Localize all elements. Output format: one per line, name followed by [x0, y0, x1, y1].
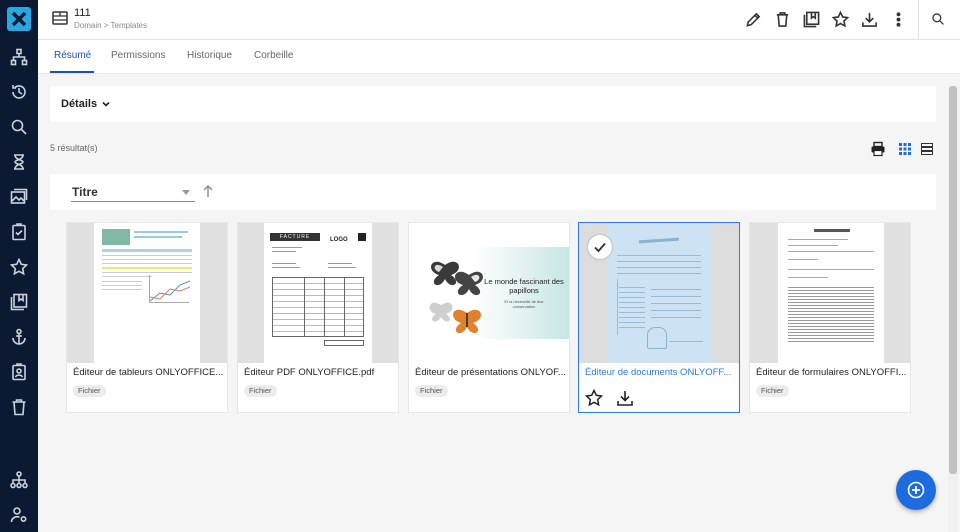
- images-icon[interactable]: [9, 187, 29, 207]
- star-icon: [831, 10, 849, 27]
- add-icon: [907, 481, 925, 499]
- tasks-icon[interactable]: [9, 222, 29, 242]
- tab-resume[interactable]: Résumé: [54, 50, 91, 61]
- invoice-logo-text: LOGO: [330, 237, 348, 243]
- printer-icon: [871, 141, 885, 157]
- file-title[interactable]: Éditeur de présentations ONLYOF...: [415, 367, 567, 378]
- collections-icon: [803, 11, 819, 27]
- sort-ascending-icon[interactable]: [202, 184, 214, 198]
- page-title: 111: [74, 7, 91, 19]
- active-tab-indicator: [50, 71, 94, 73]
- sitemap-icon[interactable]: [9, 47, 29, 67]
- file-title[interactable]: Éditeur de documents ONLYOFF...: [585, 367, 737, 378]
- search-icon: [932, 13, 944, 25]
- tab-historique[interactable]: Historique: [187, 50, 232, 61]
- more-menu-button[interactable]: [888, 9, 908, 29]
- history-icon[interactable]: [9, 82, 29, 102]
- favorite-button[interactable]: [830, 9, 850, 29]
- invoice-preview: FACTURE LOGO: [264, 223, 372, 363]
- caret-down-icon[interactable]: [182, 190, 190, 195]
- sort-select-underline: [71, 201, 195, 202]
- tab-permissions[interactable]: Permissions: [111, 50, 165, 61]
- file-type-badge: Fichier: [415, 385, 448, 397]
- details-toggle[interactable]: Détails: [61, 98, 97, 110]
- tab-corbeille[interactable]: Corbeille: [254, 50, 293, 61]
- file-title[interactable]: Éditeur PDF ONLYOFFICE.pdf: [244, 367, 396, 378]
- add-button[interactable]: [896, 470, 936, 510]
- sidebar: [0, 0, 38, 532]
- grid-icon: [899, 143, 911, 155]
- butterfly-image: [429, 261, 483, 334]
- sort-bar: Titre: [50, 174, 936, 210]
- edit-button[interactable]: [743, 9, 763, 29]
- download-icon: [861, 12, 877, 27]
- trash-icon[interactable]: [9, 397, 29, 417]
- presentation-preview: Le monde fascinant des papillons Et la n…: [409, 247, 569, 339]
- space-icon: [52, 11, 68, 25]
- app-logo-icon[interactable]: [7, 7, 31, 31]
- file-thumbnail: [67, 223, 227, 363]
- file-thumbnail: FACTURE LOGO: [238, 223, 398, 363]
- scrollbar-thumb[interactable]: [949, 86, 957, 474]
- file-card[interactable]: Le monde fascinant des papillons Et la n…: [408, 222, 570, 413]
- list-icon: [921, 143, 933, 155]
- vertical-scrollbar[interactable]: [948, 86, 958, 532]
- file-card[interactable]: Éditeur de formulaires ONLYOFFI... Fichi…: [749, 222, 911, 413]
- spreadsheet-preview: [94, 223, 200, 363]
- anchor-icon[interactable]: [9, 327, 29, 347]
- file-card[interactable]: FACTURE LOGO Éditeur PDF ONLYOFFICE.pdf …: [237, 222, 399, 413]
- clipboard-user-icon[interactable]: [9, 362, 29, 382]
- file-card[interactable]: Éditeur de tableurs ONLYOFFICE... Fichie…: [66, 222, 228, 413]
- trash-icon: [776, 11, 788, 27]
- header-divider: [918, 0, 919, 40]
- delete-button[interactable]: [772, 9, 792, 29]
- file-type-badge: Fichier: [244, 385, 277, 397]
- print-button[interactable]: [870, 141, 886, 157]
- add-to-collection-button[interactable]: [801, 9, 821, 29]
- collections-icon[interactable]: [9, 292, 29, 312]
- kebab-menu-icon: [896, 11, 900, 27]
- file-thumbnail: Le monde fascinant des papillons Et la n…: [409, 223, 569, 363]
- selection-checkbox[interactable]: [588, 235, 612, 259]
- list-view-button[interactable]: [919, 141, 935, 157]
- file-type-badge: Fichier: [73, 385, 106, 397]
- file-card-selected[interactable]: Éditeur de documents ONLYOFF...: [578, 222, 740, 413]
- checkmark-icon: [594, 242, 606, 253]
- download-button[interactable]: [859, 9, 879, 29]
- tab-bar: Résumé Permissions Historique Corbeille: [38, 40, 960, 74]
- pencil-icon: [745, 12, 760, 27]
- slide-title: Le monde fascinant des papillons: [484, 277, 564, 295]
- file-thumbnail: [750, 223, 910, 363]
- favorite-star-icon[interactable]: [585, 389, 603, 407]
- org-tree-icon[interactable]: [9, 470, 29, 490]
- file-type-badge: Fichier: [756, 385, 789, 397]
- user-settings-icon[interactable]: [9, 505, 29, 525]
- sort-select[interactable]: Titre: [72, 185, 98, 199]
- search-icon[interactable]: [9, 117, 29, 137]
- document-preview: [607, 223, 711, 363]
- chevron-down-icon: [102, 101, 110, 107]
- form-preview: [778, 223, 884, 363]
- file-title[interactable]: Éditeur de tableurs ONLYOFFICE...: [73, 367, 225, 378]
- breadcrumb[interactable]: Domain > Templates: [74, 21, 147, 30]
- star-icon[interactable]: [9, 257, 29, 277]
- download-icon[interactable]: [616, 389, 634, 407]
- result-count: 5 résultat(s): [50, 143, 98, 153]
- header-search-button[interactable]: [928, 9, 948, 29]
- details-panel[interactable]: Détails: [50, 86, 936, 122]
- file-title[interactable]: Éditeur de formulaires ONLYOFFI...: [756, 367, 908, 378]
- grid-view-button[interactable]: [897, 141, 913, 157]
- top-header: 111 Domain > Templates: [38, 0, 960, 40]
- slide-subtitle: Et la nécessité de leur conservation: [504, 299, 544, 309]
- invoice-heading: FACTURE: [270, 233, 320, 241]
- hourglass-icon[interactable]: [9, 152, 29, 172]
